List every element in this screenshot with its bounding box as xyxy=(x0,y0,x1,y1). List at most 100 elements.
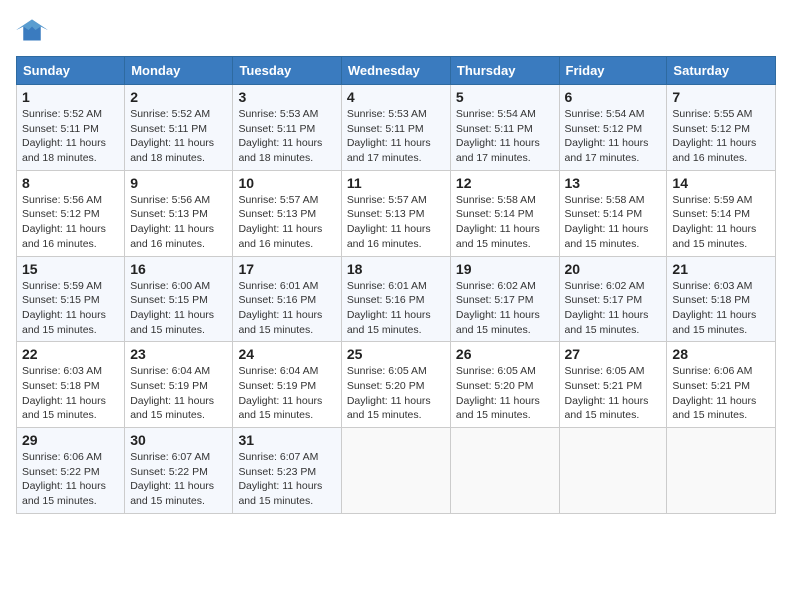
day-number: 28 xyxy=(672,346,770,362)
calendar-day-4: 4Sunrise: 5:53 AMSunset: 5:11 PMDaylight… xyxy=(341,85,450,171)
day-number: 24 xyxy=(238,346,335,362)
calendar-day-13: 13 Sunrise: 5:58 AMSunset: 5:14 PMDayligh… xyxy=(559,170,667,256)
day-info: Sunrise: 6:00 AMSunset: 5:15 PMDaylight:… xyxy=(130,279,227,338)
day-number: 11 xyxy=(347,175,445,191)
day-info: Sunrise: 6:04 AMSunset: 5:19 PMDaylight:… xyxy=(130,364,227,423)
day-number: 3 xyxy=(238,89,335,105)
calendar-day-26: 26 Sunrise: 6:05 AMSunset: 5:20 PMDayligh… xyxy=(450,342,559,428)
day-info: Sunrise: 6:05 AMSunset: 5:20 PMDaylight:… xyxy=(456,364,554,423)
calendar-day-25: 25 Sunrise: 6:05 AMSunset: 5:20 PMDayligh… xyxy=(341,342,450,428)
empty-cell xyxy=(667,428,776,514)
day-number: 25 xyxy=(347,346,445,362)
day-info: Sunrise: 5:56 AMSunset: 5:12 PMDaylight:… xyxy=(22,193,119,252)
day-info: Sunrise: 5:56 AMSunset: 5:13 PMDaylight:… xyxy=(130,193,227,252)
day-info: Sunrise: 6:03 AMSunset: 5:18 PMDaylight:… xyxy=(672,279,770,338)
day-info: Sunrise: 5:52 AMSunset: 5:11 PMDaylight:… xyxy=(130,107,227,166)
page-header xyxy=(16,16,776,44)
calendar-day-23: 23 Sunrise: 6:04 AMSunset: 5:19 PMDayligh… xyxy=(125,342,233,428)
day-number: 30 xyxy=(130,432,227,448)
day-info: Sunrise: 6:05 AMSunset: 5:20 PMDaylight:… xyxy=(347,364,445,423)
day-info: Sunrise: 5:59 AMSunset: 5:14 PMDaylight:… xyxy=(672,193,770,252)
logo-icon xyxy=(16,16,48,44)
day-info: Sunrise: 5:53 AMSunset: 5:11 PMDaylight:… xyxy=(347,107,445,166)
day-number: 26 xyxy=(456,346,554,362)
calendar-header-tuesday: Tuesday xyxy=(233,57,341,85)
day-info: Sunrise: 5:58 AMSunset: 5:14 PMDaylight:… xyxy=(456,193,554,252)
day-number: 7 xyxy=(672,89,770,105)
day-info: Sunrise: 5:53 AMSunset: 5:11 PMDaylight:… xyxy=(238,107,335,166)
calendar-day-11: 11 Sunrise: 5:57 AMSunset: 5:13 PMDayligh… xyxy=(341,170,450,256)
calendar-day-12: 12 Sunrise: 5:58 AMSunset: 5:14 PMDayligh… xyxy=(450,170,559,256)
day-info: Sunrise: 5:59 AMSunset: 5:15 PMDaylight:… xyxy=(22,279,119,338)
calendar-day-9: 9Sunrise: 5:56 AMSunset: 5:13 PMDaylight… xyxy=(125,170,233,256)
calendar-day-14: 14Sunrise: 5:59 AMSunset: 5:14 PMDayligh… xyxy=(667,170,776,256)
calendar-day-18: 18 Sunrise: 6:01 AMSunset: 5:16 PMDayligh… xyxy=(341,256,450,342)
calendar-table: SundayMondayTuesdayWednesdayThursdayFrid… xyxy=(16,56,776,514)
calendar-day-7: 7 Sunrise: 5:55 AMSunset: 5:12 PMDaylight… xyxy=(667,85,776,171)
calendar-day-19: 19 Sunrise: 6:02 AMSunset: 5:17 PMDayligh… xyxy=(450,256,559,342)
calendar-header-saturday: Saturday xyxy=(667,57,776,85)
empty-cell xyxy=(450,428,559,514)
day-number: 12 xyxy=(456,175,554,191)
day-info: Sunrise: 6:07 AMSunset: 5:23 PMDaylight:… xyxy=(238,450,335,509)
day-info: Sunrise: 5:57 AMSunset: 5:13 PMDaylight:… xyxy=(347,193,445,252)
calendar-header-sunday: Sunday xyxy=(17,57,125,85)
day-info: Sunrise: 6:05 AMSunset: 5:21 PMDaylight:… xyxy=(565,364,662,423)
day-info: Sunrise: 6:03 AMSunset: 5:18 PMDaylight:… xyxy=(22,364,119,423)
calendar-header-monday: Monday xyxy=(125,57,233,85)
calendar-day-22: 22Sunrise: 6:03 AMSunset: 5:18 PMDayligh… xyxy=(17,342,125,428)
day-number: 19 xyxy=(456,261,554,277)
day-info: Sunrise: 6:06 AMSunset: 5:21 PMDaylight:… xyxy=(672,364,770,423)
day-number: 29 xyxy=(22,432,119,448)
calendar-day-16: 16 Sunrise: 6:00 AMSunset: 5:15 PMDayligh… xyxy=(125,256,233,342)
day-info: Sunrise: 5:54 AMSunset: 5:12 PMDaylight:… xyxy=(565,107,662,166)
calendar-day-8: 8 Sunrise: 5:56 AMSunset: 5:12 PMDaylight… xyxy=(17,170,125,256)
calendar-day-3: 3 Sunrise: 5:53 AMSunset: 5:11 PMDaylight… xyxy=(233,85,341,171)
calendar-header-wednesday: Wednesday xyxy=(341,57,450,85)
calendar-day-29: 29 Sunrise: 6:06 AMSunset: 5:22 PMDayligh… xyxy=(17,428,125,514)
calendar-day-28: 28 Sunrise: 6:06 AMSunset: 5:21 PMDayligh… xyxy=(667,342,776,428)
calendar-day-15: 15Sunrise: 5:59 AMSunset: 5:15 PMDayligh… xyxy=(17,256,125,342)
day-number: 21 xyxy=(672,261,770,277)
day-number: 27 xyxy=(565,346,662,362)
calendar-header-thursday: Thursday xyxy=(450,57,559,85)
day-number: 17 xyxy=(238,261,335,277)
calendar-day-2: 2 Sunrise: 5:52 AMSunset: 5:11 PMDaylight… xyxy=(125,85,233,171)
calendar-day-17: 17Sunrise: 6:01 AMSunset: 5:16 PMDayligh… xyxy=(233,256,341,342)
calendar-day-6: 6 Sunrise: 5:54 AMSunset: 5:12 PMDaylight… xyxy=(559,85,667,171)
calendar-day-31: 31 Sunrise: 6:07 AMSunset: 5:23 PMDayligh… xyxy=(233,428,341,514)
calendar-day-1: 1Sunrise: 5:52 AMSunset: 5:11 PMDaylight… xyxy=(17,85,125,171)
day-info: Sunrise: 5:58 AMSunset: 5:14 PMDaylight:… xyxy=(565,193,662,252)
day-number: 6 xyxy=(565,89,662,105)
empty-cell xyxy=(559,428,667,514)
day-info: Sunrise: 5:54 AMSunset: 5:11 PMDaylight:… xyxy=(456,107,554,166)
day-number: 2 xyxy=(130,89,227,105)
calendar-day-27: 27 Sunrise: 6:05 AMSunset: 5:21 PMDayligh… xyxy=(559,342,667,428)
calendar-week-1: 1 Sunrise: 5:52 AMSunset: 5:11 PMDaylight… xyxy=(17,85,776,171)
day-info: Sunrise: 6:04 AMSunset: 5:19 PMDaylight:… xyxy=(238,364,335,423)
day-info: Sunrise: 5:57 AMSunset: 5:13 PMDaylight:… xyxy=(238,193,335,252)
day-number: 1 xyxy=(22,89,119,105)
calendar-week-2: 8 Sunrise: 5:56 AMSunset: 5:12 PMDaylight… xyxy=(17,170,776,256)
calendar-day-10: 10Sunrise: 5:57 AMSunset: 5:13 PMDayligh… xyxy=(233,170,341,256)
calendar-day-30: 30 Sunrise: 6:07 AMSunset: 5:22 PMDayligh… xyxy=(125,428,233,514)
day-number: 23 xyxy=(130,346,227,362)
day-number: 8 xyxy=(22,175,119,191)
day-number: 31 xyxy=(238,432,335,448)
calendar-day-5: 5 Sunrise: 5:54 AMSunset: 5:11 PMDaylight… xyxy=(450,85,559,171)
day-info: Sunrise: 6:02 AMSunset: 5:17 PMDaylight:… xyxy=(565,279,662,338)
day-number: 16 xyxy=(130,261,227,277)
calendar-header-friday: Friday xyxy=(559,57,667,85)
calendar-header-row: SundayMondayTuesdayWednesdayThursdayFrid… xyxy=(17,57,776,85)
day-info: Sunrise: 6:02 AMSunset: 5:17 PMDaylight:… xyxy=(456,279,554,338)
day-info: Sunrise: 6:01 AMSunset: 5:16 PMDaylight:… xyxy=(347,279,445,338)
day-info: Sunrise: 6:07 AMSunset: 5:22 PMDaylight:… xyxy=(130,450,227,509)
day-number: 13 xyxy=(565,175,662,191)
day-number: 5 xyxy=(456,89,554,105)
day-info: Sunrise: 5:55 AMSunset: 5:12 PMDaylight:… xyxy=(672,107,770,166)
logo xyxy=(16,16,52,44)
calendar-week-3: 15Sunrise: 5:59 AMSunset: 5:15 PMDayligh… xyxy=(17,256,776,342)
day-number: 18 xyxy=(347,261,445,277)
day-info: Sunrise: 6:06 AMSunset: 5:22 PMDaylight:… xyxy=(22,450,119,509)
calendar-week-4: 22Sunrise: 6:03 AMSunset: 5:18 PMDayligh… xyxy=(17,342,776,428)
